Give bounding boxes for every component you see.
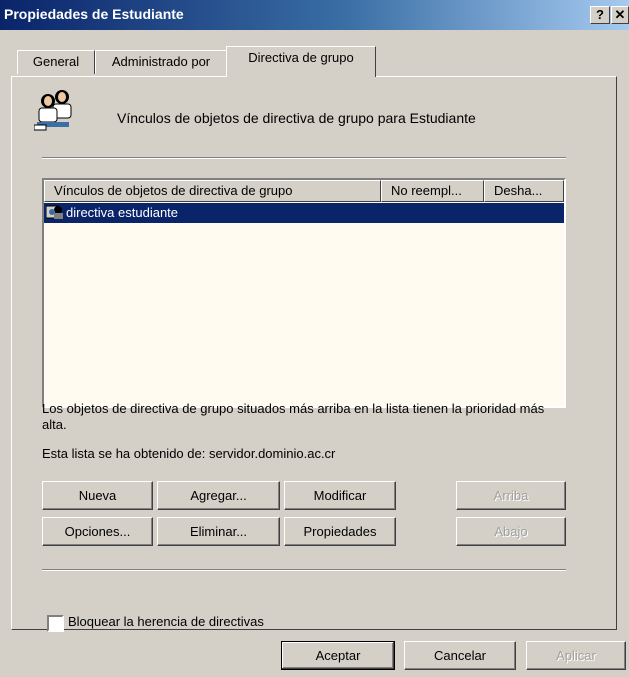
list-item-name: directiva estudiante: [66, 205, 179, 220]
properties-button[interactable]: Propiedades: [284, 517, 396, 546]
up-button[interactable]: Arriba: [456, 481, 566, 510]
close-button[interactable]: ✕: [611, 6, 629, 24]
column-header-disabled[interactable]: Desha...: [484, 180, 564, 202]
ok-button[interactable]: Aceptar: [281, 641, 395, 670]
header-text: Vínculos de objetos de directiva de grup…: [117, 110, 476, 126]
tab-directiva-de-grupo[interactable]: Directiva de grupo: [226, 46, 376, 77]
source-text: Esta lista se ha obtenido de: servidor.d…: [42, 446, 336, 461]
column-header-no-override[interactable]: No reempl...: [381, 180, 484, 202]
add-button[interactable]: Agregar...: [157, 481, 280, 510]
block-inheritance-label: Bloquear la herencia de directivas: [68, 614, 264, 629]
options-button[interactable]: Opciones...: [42, 517, 153, 546]
list-item[interactable]: directiva estudiante: [44, 203, 564, 223]
tab-general-label: General: [32, 54, 80, 69]
cancel-button[interactable]: Cancelar: [404, 641, 516, 670]
down-button[interactable]: Abajo: [456, 517, 566, 546]
tab-general[interactable]: General: [17, 50, 95, 74]
separator-bottom: [42, 569, 566, 571]
gpo-links-list[interactable]: Vínculos de objetos de directiva de grup…: [42, 178, 566, 408]
help-button[interactable]: ?: [590, 6, 610, 24]
users-group-icon: [33, 87, 78, 134]
delete-button[interactable]: Eliminar...: [157, 517, 280, 546]
edit-button[interactable]: Modificar: [284, 481, 396, 510]
list-header: Vínculos de objetos de directiva de grup…: [44, 180, 564, 202]
gpo-icon: [45, 204, 64, 226]
priority-note: Los objetos de directiva de grupo situad…: [42, 401, 545, 432]
tab-administrado-por-label: Administrado por: [111, 54, 211, 69]
new-button[interactable]: Nueva: [42, 481, 153, 510]
separator: [42, 157, 566, 159]
block-inheritance-checkbox[interactable]: [47, 615, 64, 632]
window-title: Propiedades de Estudiante: [4, 6, 184, 22]
dialog-client: General Administrado por Directiva de gr…: [0, 30, 629, 677]
column-header-links[interactable]: Vínculos de objetos de directiva de grup…: [44, 180, 381, 202]
title-bar: Propiedades de Estudiante ? ✕: [0, 0, 629, 30]
tab-directiva-de-grupo-label: Directiva de grupo: [248, 50, 354, 65]
apply-button[interactable]: Aplicar: [526, 641, 626, 670]
tab-administrado-por[interactable]: Administrado por: [95, 50, 227, 74]
